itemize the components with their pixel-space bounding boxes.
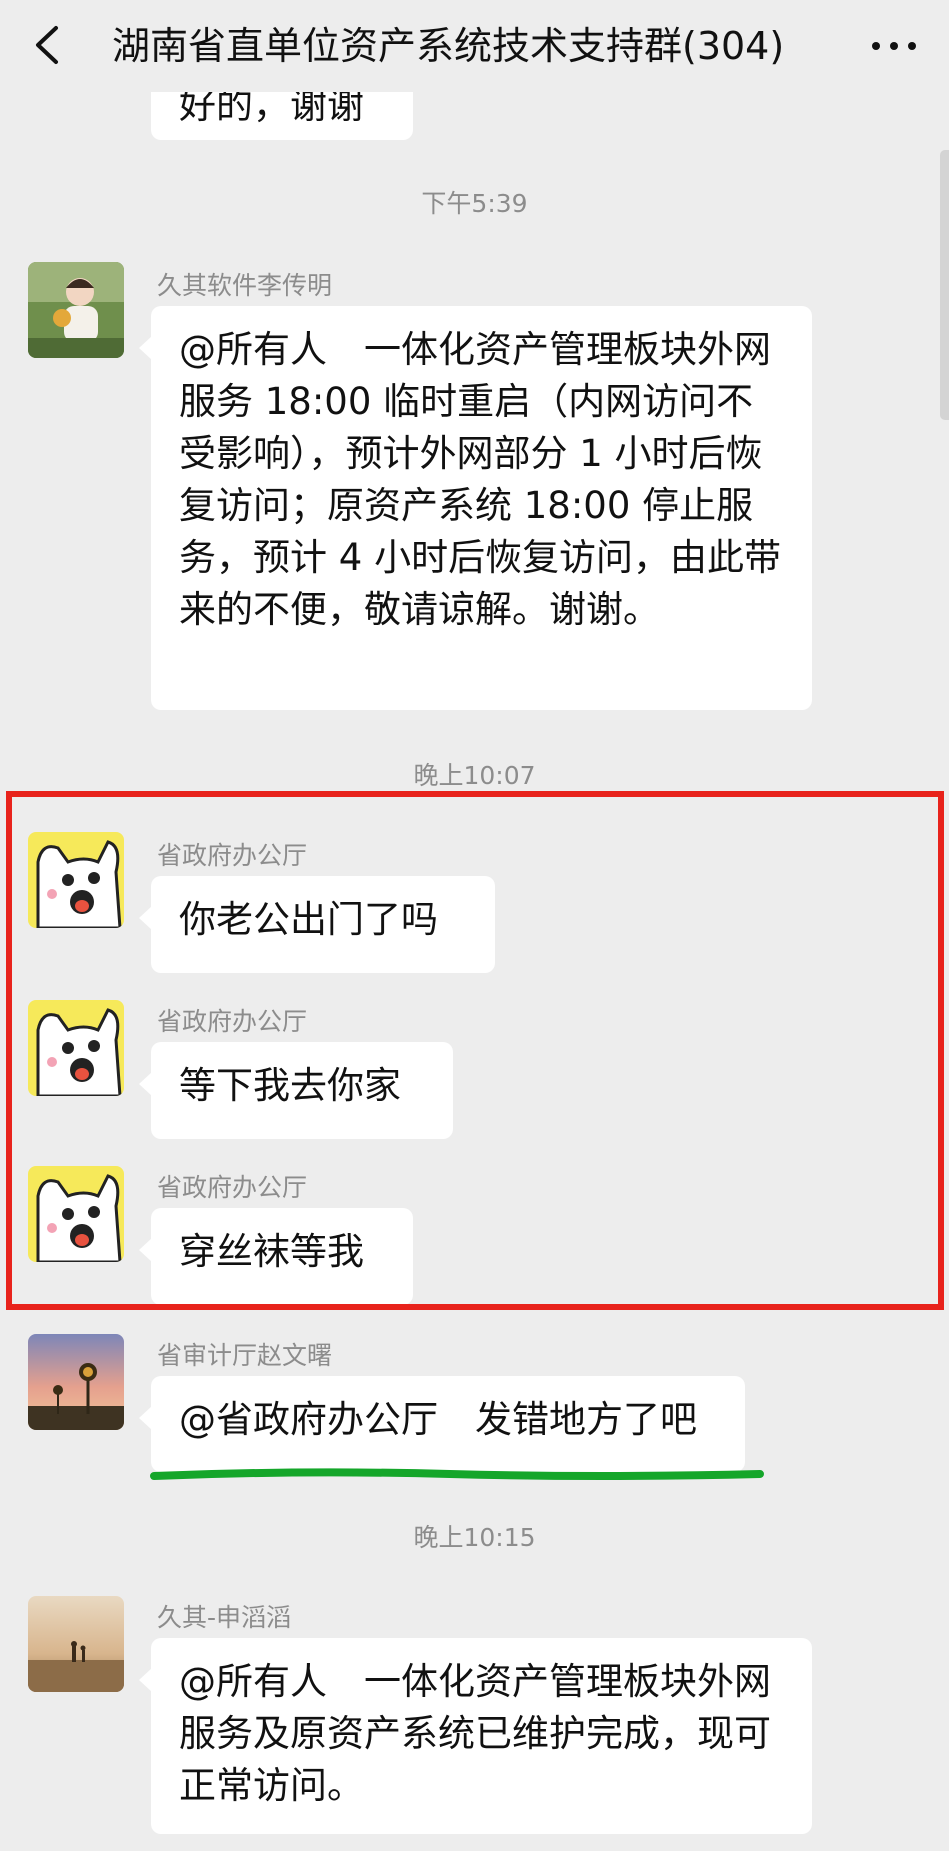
more-button[interactable] [864, 26, 924, 66]
group-title: 湖南省直单位资产系统技术支持群(304) [112, 24, 785, 68]
sender-name: 久其软件李传明 [157, 271, 333, 300]
timestamp: 晚上10:15 [413, 1523, 536, 1552]
sender-name: 省审计厅赵文曙 [157, 1341, 333, 1370]
message-bubble[interactable]: 等下我去你家 [139, 1042, 453, 1139]
message-text: 你老公出门了吗 [179, 898, 438, 941]
avatar-shen-taotao[interactable] [28, 1596, 124, 1692]
scrollbar[interactable] [940, 150, 949, 420]
back-button[interactable] [26, 20, 72, 70]
message-bubble[interactable]: @省政府办公厅 发错地方了吧 [139, 1376, 745, 1472]
chevron-left-icon [26, 20, 72, 70]
message-bubble[interactable]: @所有人 一体化资产管理板块外网服务及原资产系统已维护完成，现可正常访问。 [139, 1638, 812, 1834]
avatar-sheng-zhengfu-bangongting[interactable] [28, 832, 124, 928]
avatar-sheng-zhengfu-bangongting[interactable] [28, 1000, 124, 1096]
message-text: @所有人 一体化资产管理板块外网服务 18:00 临时重启（内网访问不受影响），… [179, 328, 782, 631]
timestamp: 晚上10:07 [413, 761, 536, 790]
message-bubble[interactable]: @所有人 一体化资产管理板块外网服务 18:00 临时重启（内网访问不受影响），… [139, 306, 812, 710]
message-bubble[interactable]: 你老公出门了吗 [139, 876, 495, 973]
avatar-sheng-zhengfu-bangongting[interactable] [28, 1166, 124, 1262]
message-bubble[interactable]: 穿丝袜等我 [139, 1208, 413, 1305]
message-text: @省政府办公厅 发错地方了吧 [179, 1398, 697, 1441]
sender-name: 省政府办公厅 [157, 1007, 308, 1036]
sender-name: 久其-申滔滔 [157, 1603, 292, 1632]
timestamp: 下午5:39 [421, 189, 528, 218]
highlight-box [6, 791, 944, 1310]
more-dots-icon [864, 42, 924, 70]
avatar-zhao-wenshu[interactable] [28, 1334, 124, 1430]
sender-name: 省政府办公厅 [157, 841, 308, 870]
message-text: @所有人 一体化资产管理板块外网服务及原资产系统已维护完成，现可正常访问。 [179, 1660, 771, 1807]
chat-header: 湖南省直单位资产系统技术支持群(304) [0, 0, 949, 92]
chat-screen: 湖南省直单位资产系统技术支持群(304) 好的，谢谢 下午5:39 久其软件李传… [0, 0, 949, 1851]
avatar-li-chuanming[interactable] [28, 262, 124, 358]
message-text: 穿丝袜等我 [179, 1230, 364, 1273]
sender-name: 省政府办公厅 [157, 1173, 308, 1202]
message-text: 等下我去你家 [179, 1064, 401, 1107]
